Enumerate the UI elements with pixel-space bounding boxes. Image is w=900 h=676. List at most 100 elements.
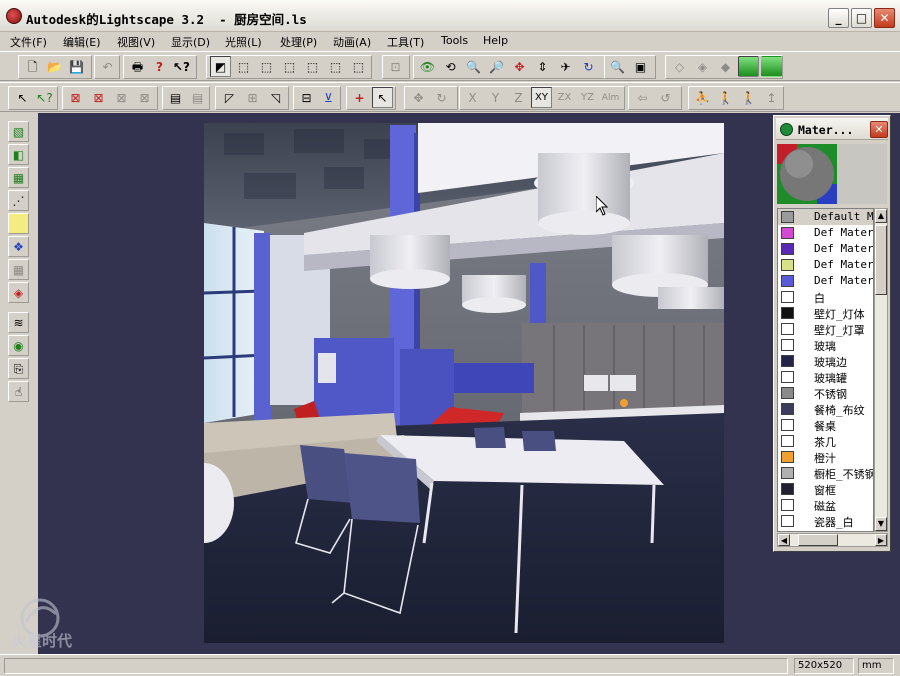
material-list-item[interactable]: 玻璃罐 [778,369,873,385]
menu-edit[interactable]: 编辑(E) [63,34,101,50]
app-icon[interactable] [6,8,22,24]
menu-file[interactable]: 文件(F) [10,34,47,50]
perspective-view-icon[interactable]: ◩ [210,56,231,77]
walk-person-icon[interactable]: 🚶 [715,87,736,108]
zoom-in-out-icon[interactable]: 🔍 [463,56,484,77]
material-list-item[interactable]: 橱柜_不锈钢 [778,465,873,481]
material-list-item[interactable]: 玻璃 [778,337,873,353]
scroll-left-icon[interactable]: ◀ [778,534,790,546]
walk-view-icon[interactable]: 👁 [417,56,438,77]
material-list-item[interactable]: 不锈钢 [778,385,873,401]
material-list-item[interactable]: Def Materi [778,241,873,257]
select-by-type-icon[interactable]: ⊻ [318,87,339,108]
translate-icon[interactable]: ✥ [408,87,429,108]
stand-icon[interactable]: ↥ [761,87,782,108]
grid-tool-icon[interactable]: ▦ [8,259,29,280]
materials-panel-titlebar[interactable]: Mater... ✕ [776,118,888,140]
zoom-window-icon[interactable]: ⊡ [385,56,406,77]
scroll-right-icon[interactable]: ▶ [875,534,887,546]
blocks-tool-icon[interactable]: ⋰ [8,190,29,211]
materials-horizontal-scrollbar[interactable]: ◀ ▶ [777,533,888,547]
select-block-icon[interactable]: ⊠ [111,87,132,108]
globe-tool-icon[interactable]: ◉ [8,335,29,356]
materials-tool-icon[interactable]: ▧ [8,121,29,142]
material-list-item[interactable]: Def Materi [778,273,873,289]
select-blocks-box-icon[interactable]: ▤ [165,87,186,108]
wireframe-display-icon[interactable]: ◇ [669,56,690,77]
scroll-down-icon[interactable]: ▼ [875,517,887,531]
export-tool-icon[interactable]: ⎘ [8,358,29,379]
context-help-icon[interactable]: ↖? [171,56,192,77]
walk-icon[interactable]: ⛹ [692,87,713,108]
undo-move-icon[interactable]: ⇦ [632,87,653,108]
fly-icon[interactable]: ✈ [555,56,576,77]
render-tool-icon[interactable]: ❖ [8,236,29,257]
left-view-icon[interactable]: ⬚ [279,56,300,77]
material-list-item[interactable]: 餐桌 [778,417,873,433]
menu-tools[interactable]: Tools [441,34,468,47]
select-arrow-icon[interactable]: ↖ [12,87,33,108]
textured-display-icon[interactable] [761,56,782,77]
select-filter-icon[interactable]: ⊟ [296,87,317,108]
axis-x-button[interactable]: X [462,87,483,108]
material-list-item[interactable]: 橙汁 [778,449,873,465]
top-view-icon[interactable]: ⬚ [233,56,254,77]
scroll-up-icon[interactable]: ▲ [875,209,887,223]
material-list-item[interactable]: 玻璃边 [778,353,873,369]
dolly-icon[interactable]: ⇕ [532,56,553,77]
material-list-item[interactable]: 瓷器_白 [778,513,873,529]
3d-viewport[interactable] [204,123,724,643]
menu-tools-cn[interactable]: 工具(T) [387,34,424,50]
horizontal-scroll-thumb[interactable] [798,534,838,546]
zoom-extents-icon[interactable]: 🔎 [486,56,507,77]
select-poly-icon[interactable]: ◸ [219,87,240,108]
stand-person-icon[interactable]: 🚶 [738,87,759,108]
front-view-icon[interactable]: ⬚ [325,56,346,77]
snap-icon[interactable]: ↖ [372,87,393,108]
material-list-item[interactable]: Def Materi [778,225,873,241]
axis-y-button[interactable]: Y [485,87,506,108]
material-list-item[interactable]: 白 [778,289,873,305]
shaded-display-icon[interactable] [738,56,759,77]
vertical-scroll-thumb[interactable] [875,225,887,295]
move-icon[interactable]: + [349,87,370,108]
material-list-item[interactable]: 餐椅_布纹 [778,401,873,417]
menu-process[interactable]: 处理(P) [280,34,317,50]
orbit-view-icon[interactable]: ⟲ [440,56,461,77]
select-query-icon[interactable]: ↖? [34,87,55,108]
undo-icon[interactable]: ↶ [97,56,118,77]
material-list-item[interactable]: Default M [778,209,873,225]
select-layer-icon[interactable]: ⊠ [65,87,86,108]
select-lights-icon[interactable]: ⊠ [134,87,155,108]
maximize-button[interactable]: □ [851,8,872,28]
help-icon[interactable]: ? [149,56,170,77]
plane-zx-button[interactable]: ZX [554,87,575,108]
menu-view[interactable]: 视图(V) [117,34,155,50]
rotate-view-icon[interactable]: ↻ [578,56,599,77]
pan-icon[interactable]: ✥ [509,56,530,77]
views-tool-icon[interactable] [8,213,29,234]
camera-setup-icon[interactable]: ▣ [630,56,651,77]
material-list-item[interactable]: 磁盆 [778,497,873,513]
outline-display-icon[interactable]: ◈ [692,56,713,77]
layers-stack-icon[interactable]: ≋ [8,312,29,333]
bottom-view-icon[interactable]: ⬚ [256,56,277,77]
plane-xy-button[interactable]: XY [531,87,552,108]
back-view-icon[interactable]: ⬚ [348,56,369,77]
material-list-item[interactable]: 茶几 [778,433,873,449]
rotate-object-icon[interactable]: ↻ [431,87,452,108]
lightpipe-tool-icon[interactable]: ◈ [8,282,29,303]
material-list-item[interactable]: 窗框 [778,481,873,497]
select-all-icon[interactable]: ⊞ [242,87,263,108]
material-list-item[interactable]: 壁灯_灯体 [778,305,873,321]
new-file-icon[interactable]: 🗋 [22,56,43,77]
save-file-icon[interactable]: 💾 [66,56,87,77]
lights-tool-icon[interactable]: ◧ [8,144,29,165]
menu-display[interactable]: 显示(D) [171,34,210,50]
open-file-icon[interactable]: 📂 [44,56,65,77]
select-invert-icon[interactable]: ◹ [265,87,286,108]
redo-move-icon[interactable]: ↺ [655,87,676,108]
plane-yz-button[interactable]: YZ [577,87,598,108]
material-list-item[interactable]: Def Materi [778,257,873,273]
print-icon[interactable]: 🖶 [127,56,148,77]
